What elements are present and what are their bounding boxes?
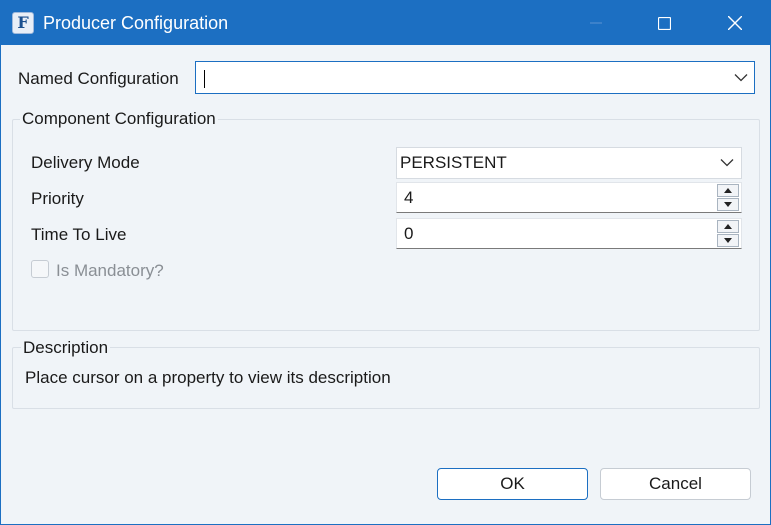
caret-up-icon (724, 224, 732, 229)
delivery-mode-value: PERSISTENT (400, 153, 507, 172)
maximize-button[interactable] (641, 1, 687, 45)
priority-label: Priority (31, 189, 84, 208)
caret-down-icon (724, 202, 732, 207)
component-configuration-title: Component Configuration (20, 109, 218, 129)
text-caret (204, 70, 205, 88)
caret-up-icon (724, 188, 732, 193)
priority-spinner[interactable]: 4 (396, 182, 742, 213)
app-icon: F (12, 12, 34, 34)
time-to-live-increment-button[interactable] (717, 220, 739, 233)
caret-down-icon (724, 238, 732, 243)
maximize-icon (657, 16, 671, 30)
is-mandatory-label: Is Mandatory? (56, 261, 164, 280)
delivery-mode-combobox[interactable]: PERSISTENT (396, 147, 742, 179)
chevron-down-icon (720, 159, 734, 167)
window-title: Producer Configuration (43, 13, 229, 33)
description-title: Description (21, 338, 111, 358)
named-configuration-label: Named Configuration (18, 69, 179, 88)
time-to-live-label: Time To Live (31, 225, 127, 244)
description-text: Place cursor on a property to view its d… (25, 368, 391, 387)
app-icon-letter: F (17, 13, 29, 32)
time-to-live-decrement-button[interactable] (717, 234, 739, 247)
cancel-button[interactable]: Cancel (600, 468, 751, 500)
priority-value: 4 (404, 187, 414, 207)
producer-configuration-dialog: F Producer Configuration Named Configura… (0, 0, 771, 525)
named-configuration-combobox[interactable] (195, 61, 755, 94)
delivery-mode-label: Delivery Mode (31, 153, 140, 172)
ok-button[interactable]: OK (437, 468, 588, 500)
close-button[interactable] (712, 1, 758, 45)
priority-increment-button[interactable] (717, 184, 739, 197)
priority-decrement-button[interactable] (717, 198, 739, 211)
chevron-down-icon (734, 73, 748, 81)
title-bar[interactable]: F Producer Configuration (1, 1, 770, 45)
is-mandatory-checkbox[interactable] (31, 260, 49, 278)
close-icon (728, 16, 742, 30)
minimize-button[interactable] (573, 1, 619, 45)
minimize-icon (590, 22, 602, 24)
time-to-live-spin-buttons (717, 220, 739, 248)
priority-spin-buttons (717, 184, 739, 212)
time-to-live-value: 0 (404, 223, 414, 243)
time-to-live-spinner[interactable]: 0 (396, 218, 742, 249)
